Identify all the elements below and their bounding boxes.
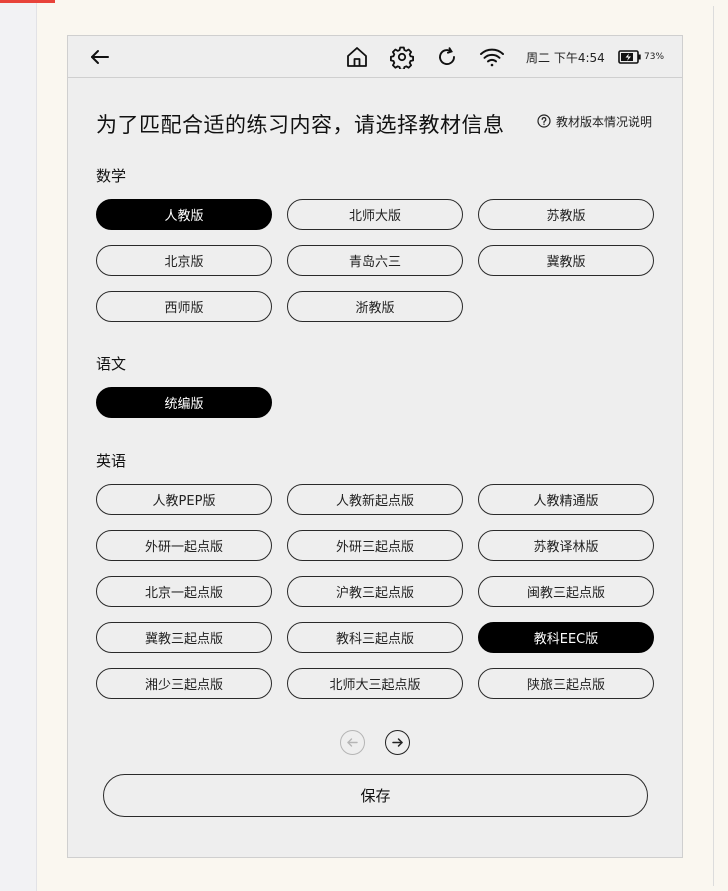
help-link-label: 教材版本情况说明 (556, 114, 653, 129)
math-option[interactable]: 西师版 (96, 291, 272, 322)
gear-icon[interactable] (390, 45, 414, 69)
window-accent-mark (0, 0, 55, 3)
textbook-version-help-link[interactable]: 教材版本情况说明 (537, 111, 652, 131)
arrow-right-icon (392, 738, 403, 747)
e-reader-screen: 周二 下午4:54 73% 为了匹配合适的练习内容，请选择教材信息 教材版本情况… (67, 35, 683, 858)
math-option[interactable]: 浙教版 (287, 291, 463, 322)
english-option[interactable]: 教科EEC版 (478, 622, 654, 653)
english-option[interactable]: 人教新起点版 (287, 484, 463, 515)
battery-percentage: 73% (644, 52, 665, 62)
english-option[interactable]: 教科三起点版 (287, 622, 463, 653)
english-option[interactable]: 北师大三起点版 (287, 668, 463, 699)
english-option[interactable]: 外研三起点版 (287, 530, 463, 561)
question-circle-icon (537, 114, 551, 128)
previous-page-button[interactable] (340, 730, 365, 755)
math-option[interactable]: 青岛六三 (287, 245, 463, 276)
arrow-left-icon (347, 738, 358, 747)
math-option[interactable]: 人教版 (96, 199, 272, 230)
page-title: 为了匹配合适的练习内容，请选择教材信息 (96, 113, 505, 137)
math-option[interactable]: 苏教版 (478, 199, 654, 230)
math-option[interactable]: 冀教版 (478, 245, 654, 276)
chinese-options-grid: 统编版 (96, 387, 654, 418)
back-arrow-icon[interactable] (88, 45, 112, 69)
section-label-chinese: 语文 (96, 355, 127, 373)
english-option[interactable]: 北京一起点版 (96, 576, 272, 607)
english-option[interactable]: 陕旅三起点版 (478, 668, 654, 699)
window-edge (713, 6, 714, 886)
english-options-grid: 人教PEP版 人教新起点版 人教精通版外研一起点版 外研三起点版 苏教译林版北京一起点版… (96, 484, 654, 699)
refresh-icon[interactable] (435, 45, 459, 69)
wifi-icon[interactable] (479, 45, 505, 69)
battery-charging-icon (618, 50, 641, 64)
section-label-math: 数学 (96, 167, 127, 185)
english-option[interactable]: 人教精通版 (478, 484, 654, 515)
chinese-option[interactable]: 统编版 (96, 387, 272, 418)
clock-text: 周二 下午4:54 (526, 51, 605, 65)
english-option[interactable]: 冀教三起点版 (96, 622, 272, 653)
english-option[interactable]: 闽教三起点版 (478, 576, 654, 607)
english-option[interactable]: 苏教译林版 (478, 530, 654, 561)
save-button[interactable]: 保存 (103, 774, 648, 817)
english-option[interactable]: 沪教三起点版 (287, 576, 463, 607)
math-option[interactable]: 北京版 (96, 245, 272, 276)
left-sidebar-strip (0, 0, 37, 891)
next-page-button[interactable] (385, 730, 410, 755)
section-label-english: 英语 (96, 452, 127, 470)
home-icon[interactable] (345, 45, 369, 69)
math-option[interactable]: 北师大版 (287, 199, 463, 230)
english-option[interactable]: 人教PEP版 (96, 484, 272, 515)
math-options-grid: 人教版 北师大版 苏教版北京版 青岛六三 冀教版西师版 浙教版 (96, 199, 654, 322)
english-option[interactable]: 外研一起点版 (96, 530, 272, 561)
status-bar: 周二 下午4:54 73% (68, 36, 682, 78)
english-option[interactable]: 湘少三起点版 (96, 668, 272, 699)
